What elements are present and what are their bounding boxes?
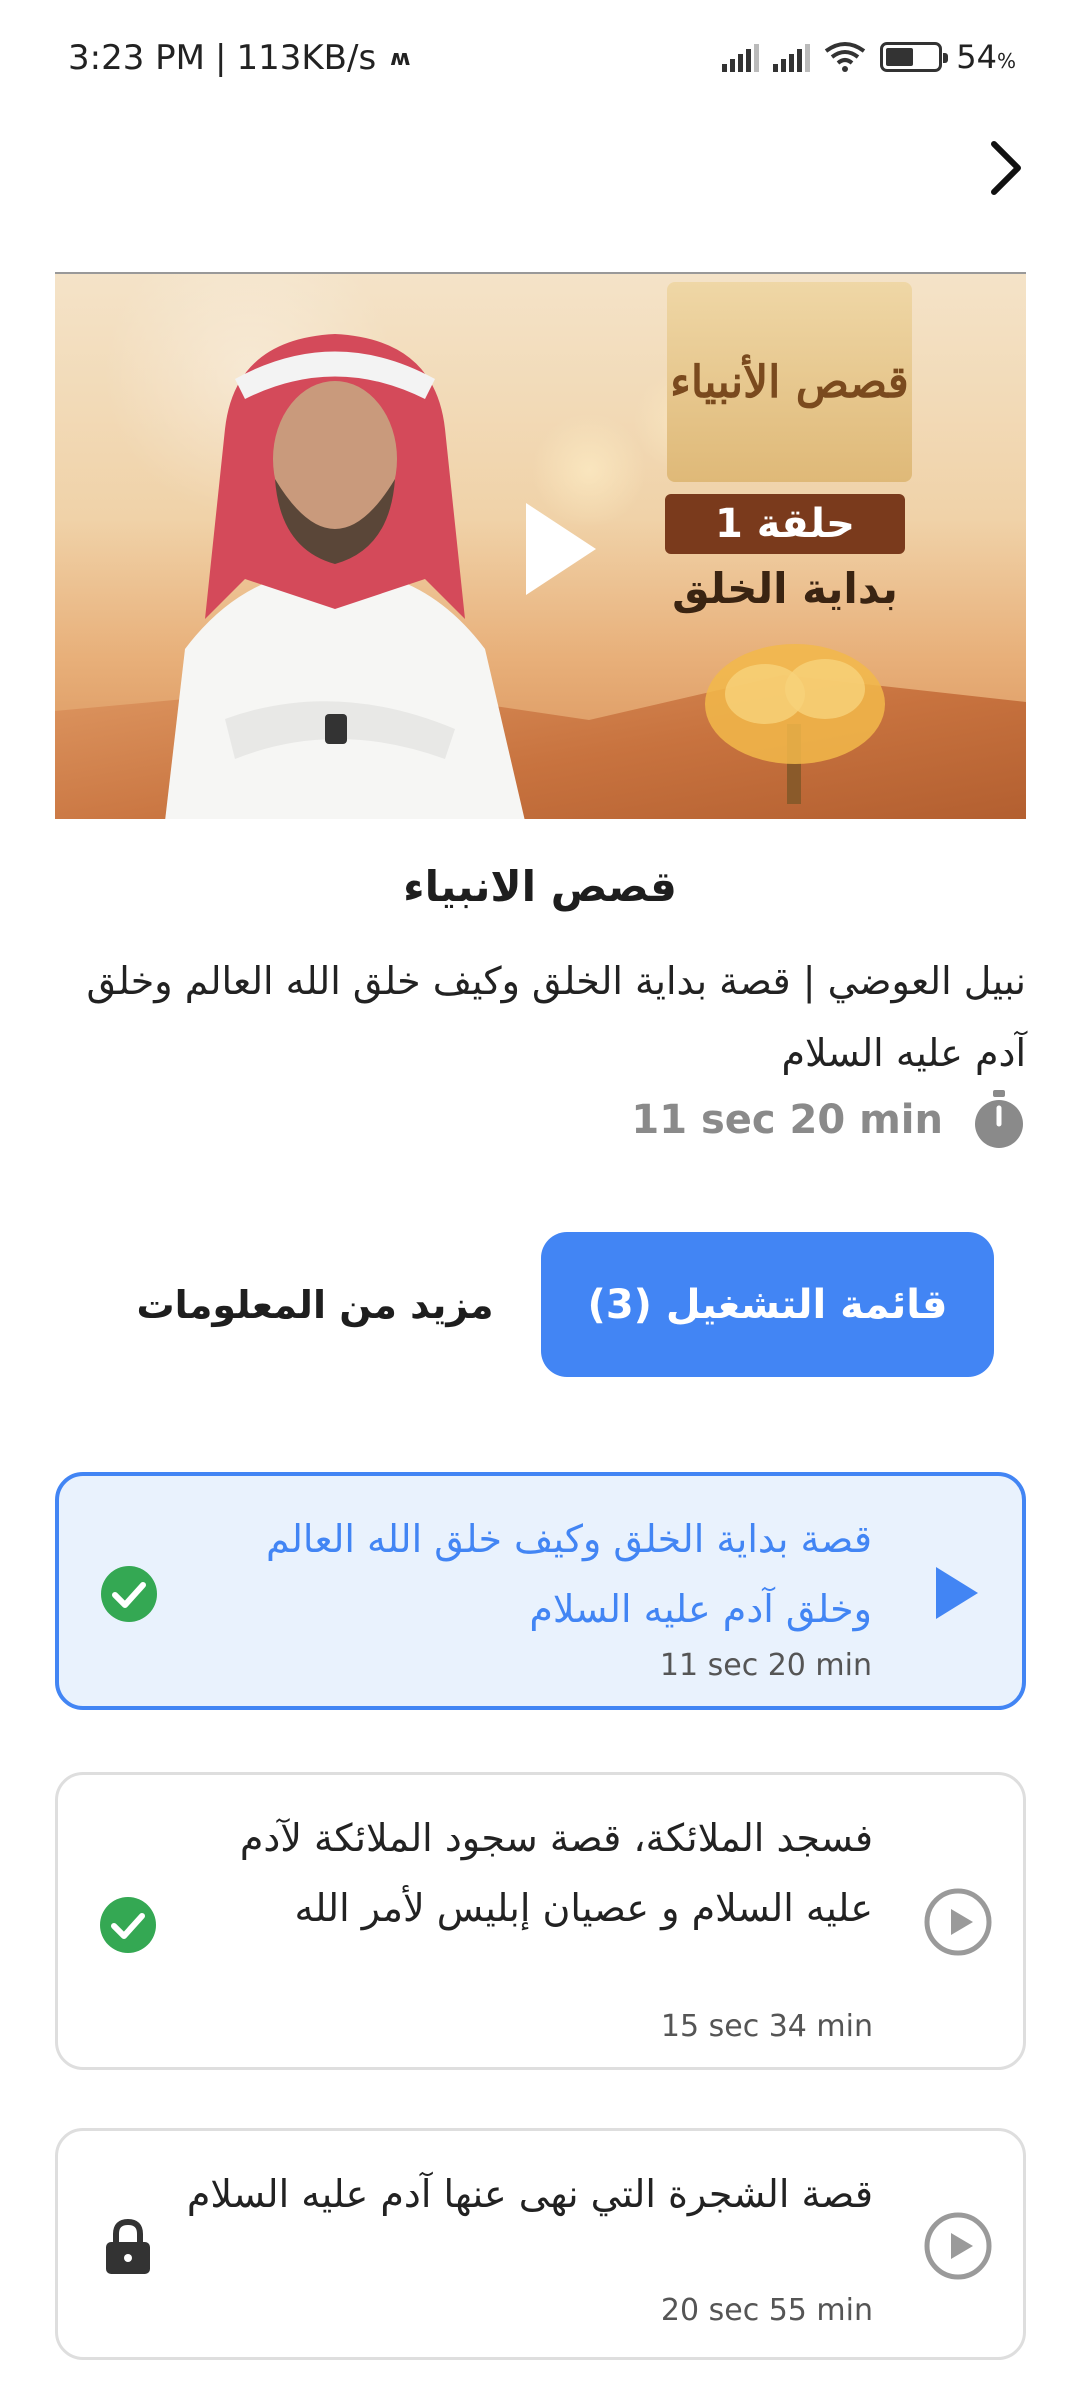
page-title: قصص الانبياء [403, 862, 677, 911]
check-circle-icon [101, 1566, 157, 1622]
presenter-image [165, 334, 525, 819]
status-speed: 113KB/s [236, 38, 377, 78]
video-player[interactable]: قصص الأنبياء حلقة 1 بداية الخلق [55, 272, 1026, 819]
completed-status [99, 1564, 159, 1624]
status-separator: | [215, 38, 227, 78]
lock-icon [106, 2218, 150, 2274]
play-circle-icon [924, 1888, 992, 1956]
episode-thumbnail-title: بداية الخلق [672, 564, 898, 613]
episode-title: فسجد الملائكة، قصة سجود الملائكة لآدم عل… [239, 1816, 873, 1930]
back-button[interactable] [976, 130, 1036, 206]
status-left: 3:23 PM | 113KB/s ʍ [68, 38, 410, 78]
play-circle-icon [924, 2212, 992, 2280]
episode-title: قصة بداية الخلق وكيف خلق الله العالم وخل… [266, 1517, 872, 1631]
locked-status [98, 2217, 158, 2277]
episode-badge: حلقة 1 [665, 494, 905, 554]
duration-text: 11 sec 20 min [631, 1097, 943, 1143]
status-time: 3:23 PM [68, 38, 205, 78]
stopwatch-icon [975, 1090, 1023, 1148]
episode-play-button[interactable] [923, 1887, 993, 1957]
status-right: 54% [722, 38, 1016, 76]
battery-icon [880, 42, 949, 72]
play-icon [936, 1567, 978, 1619]
network-activity-icon: ʍ [390, 45, 411, 71]
episode-card-1[interactable]: قصة بداية الخلق وكيف خلق الله العالم وخل… [55, 1472, 1026, 1710]
status-bar: 3:23 PM | 113KB/s ʍ 54% [0, 0, 1080, 120]
episode-title: قصة الشجرة التي نهى عنها آدم عليه السلام [186, 2172, 873, 2216]
tree-illustration [705, 644, 885, 804]
video-description: نبيل العوضي | قصة بداية الخلق وكيف خلق ا… [86, 959, 1027, 1075]
signal-icon-2 [773, 42, 811, 72]
video-duration: 11 sec 20 min [631, 1090, 1025, 1150]
episode-play-button[interactable] [922, 1558, 992, 1628]
series-logo: قصص الأنبياء [667, 282, 912, 482]
episode-play-button[interactable] [923, 2211, 993, 2281]
episode-duration: 15 sec 34 min [660, 2009, 873, 2044]
episode-duration: 11 sec 20 min [659, 1648, 872, 1683]
completed-status [98, 1895, 158, 1955]
battery-level: 54% [956, 38, 1016, 76]
chevron-right-icon [991, 141, 1021, 195]
playlist-button[interactable]: قائمة التشغيل (3) [541, 1232, 994, 1377]
play-icon [526, 503, 596, 595]
signal-icon [722, 42, 760, 72]
more-info-button[interactable]: مزيد من المعلومات [100, 1232, 530, 1377]
episode-card-3[interactable]: قصة الشجرة التي نهى عنها آدم عليه السلام… [55, 2128, 1026, 2360]
episode-duration: 20 sec 55 min [660, 2293, 873, 2328]
episode-card-2[interactable]: فسجد الملائكة، قصة سجود الملائكة لآدم عل… [55, 1772, 1026, 2070]
check-circle-icon [100, 1897, 156, 1953]
wifi-icon [825, 42, 866, 72]
video-play-button[interactable] [510, 494, 610, 604]
